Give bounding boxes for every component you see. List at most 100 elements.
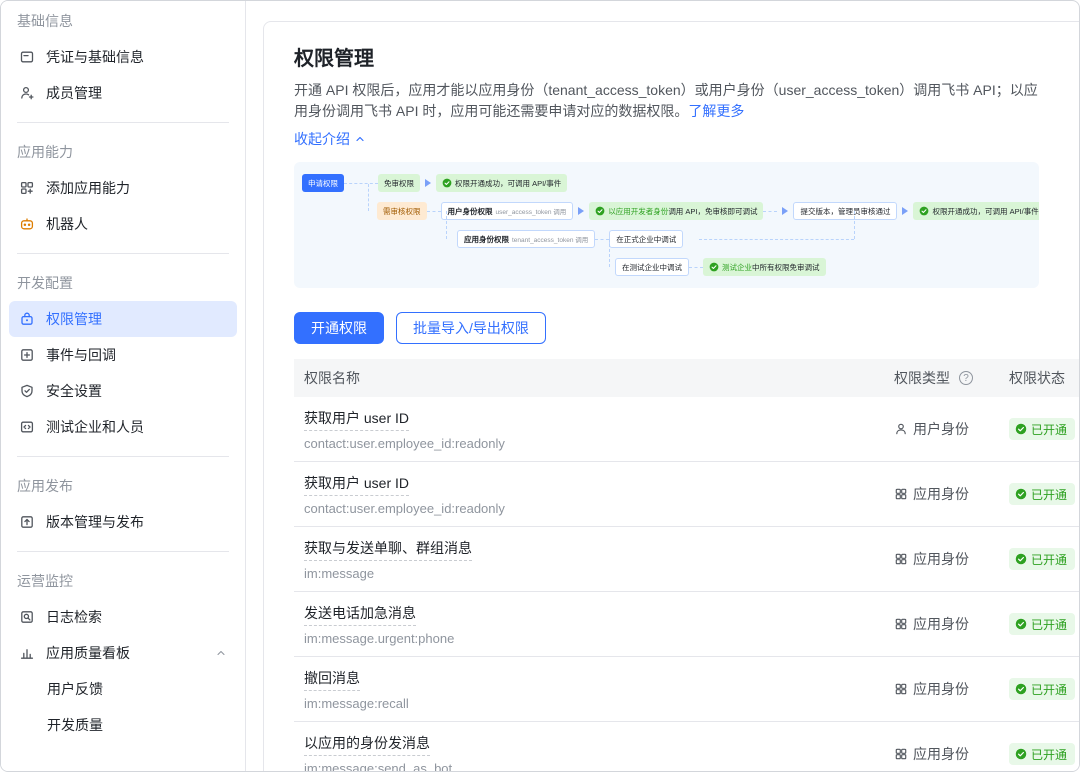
header-permission-status: 权限状态 <box>1009 368 1080 388</box>
table-row: 获取用户 user ID contact:user.employee_id:re… <box>294 397 1080 462</box>
table-header: 权限名称 权限类型 ? 权限状态 <box>294 359 1080 397</box>
flow-user-perm-token: user_access_token 调用 <box>496 206 567 216</box>
flow-connector <box>446 211 447 239</box>
user-identity-icon <box>894 422 908 436</box>
member-add-icon <box>19 85 35 101</box>
permission-name[interactable]: 获取用户 user ID <box>304 473 409 496</box>
permission-code: contact:user.employee_id:readonly <box>304 501 894 516</box>
help-question-icon[interactable]: ? <box>959 371 973 385</box>
flow-connector <box>368 184 369 211</box>
permission-type: 应用身份 <box>913 679 969 699</box>
sidebar-item-label: 权限管理 <box>46 309 102 329</box>
check-circle-icon <box>442 178 452 188</box>
status-badge: 已开通 <box>1009 743 1075 765</box>
sidebar-section-monitoring: 运营监控 <box>9 563 237 599</box>
flow-connector <box>609 239 610 267</box>
permission-type: 应用身份 <box>913 484 969 504</box>
status-badge: 已开通 <box>1009 548 1075 570</box>
learn-more-link[interactable]: 了解更多 <box>688 103 744 119</box>
permission-lock-icon <box>19 311 35 327</box>
table-row: 获取与发送单聊、群组消息 im:message 应用身份 已开通 <box>294 527 1080 592</box>
flow-arrow-icon <box>578 207 584 215</box>
permission-name[interactable]: 获取用户 user ID <box>304 408 409 431</box>
sidebar-divider <box>17 551 229 552</box>
flow-connector <box>427 211 441 212</box>
sidebar-item-log-search[interactable]: 日志检索 <box>9 599 237 635</box>
permission-name[interactable]: 撤回消息 <box>304 668 360 691</box>
sidebar-item-quality-dashboard[interactable]: 应用质量看板 <box>9 635 237 671</box>
sidebar-section-basic-info: 基础信息 <box>9 3 237 39</box>
check-circle-icon <box>709 262 719 272</box>
permission-type: 应用身份 <box>913 614 969 634</box>
table-row: 撤回消息 im:message:recall 应用身份 已开通 <box>294 657 1080 722</box>
collapse-intro-link[interactable]: 收起介绍 <box>294 129 366 149</box>
status-label: 已开通 <box>1031 551 1067 568</box>
sidebar-item-members[interactable]: 成员管理 <box>9 75 237 111</box>
status-label: 已开通 <box>1031 616 1067 633</box>
flow-user-permission-node: 用户身份权限 user_access_token 调用 <box>441 202 574 220</box>
table-row: 以应用的身份发消息 im:message:send_as_bot 应用身份 已开… <box>294 722 1080 772</box>
chevron-up-icon[interactable] <box>215 647 227 659</box>
check-circle-icon <box>595 206 605 216</box>
permission-flow-diagram: 申请权限 免审权限 权限开通成功，可调用 API/事件 需审核权限 用户身份权限… <box>294 162 1039 288</box>
header-type-label: 权限类型 <box>894 368 950 388</box>
main-content: 权限管理 开通 API 权限后，应用才能以应用身份（tenant_access_… <box>263 21 1080 772</box>
sidebar-item-label: 测试企业和人员 <box>46 417 144 437</box>
permission-name[interactable]: 以应用的身份发消息 <box>304 733 430 756</box>
sidebar-section-release: 应用发布 <box>9 468 237 504</box>
sidebar-subitem-user-feedback[interactable]: 用户反馈 <box>9 671 237 707</box>
sidebar-item-label: 日志检索 <box>46 607 102 627</box>
status-label: 已开通 <box>1031 486 1067 503</box>
flow-success-node: 权限开通成功，可调用 API/事件 <box>436 174 567 192</box>
sidebar-item-permissions[interactable]: 权限管理 <box>9 301 237 337</box>
check-circle-icon <box>1015 423 1027 435</box>
flow-apply-node: 申请权限 <box>302 174 344 192</box>
flow-success-label: 权限开通成功，可调用 API/事件 <box>455 178 561 189</box>
flow-dev-identity-node: 以应用开发者身份 调用 API，免审核即可调试 <box>589 202 763 220</box>
log-search-icon <box>19 609 35 625</box>
sidebar-item-events[interactable]: 事件与回调 <box>9 337 237 373</box>
status-badge: 已开通 <box>1009 418 1075 440</box>
sidebar-item-test-org[interactable]: 测试企业和人员 <box>9 409 237 445</box>
description-text: 开通 API 权限后，应用才能以应用身份（tenant_access_token… <box>294 82 1038 119</box>
flow-connector <box>595 239 609 240</box>
sidebar-divider <box>17 253 229 254</box>
sidebar-subitem-dev-quality[interactable]: 开发质量 <box>9 707 237 743</box>
sidebar-item-version-release[interactable]: 版本管理与发布 <box>9 504 237 540</box>
permission-code: im:message:recall <box>304 696 894 711</box>
add-capability-icon <box>19 180 35 196</box>
sidebar-item-label: 添加应用能力 <box>46 178 130 198</box>
flow-app-perm-label: 应用身份权限 <box>464 234 509 245</box>
status-badge: 已开通 <box>1009 613 1075 635</box>
status-badge: 已开通 <box>1009 483 1075 505</box>
sidebar-item-label: 应用质量看板 <box>46 643 130 663</box>
sidebar-item-credentials[interactable]: 凭证与基础信息 <box>9 39 237 75</box>
open-permission-button[interactable]: 开通权限 <box>294 312 384 344</box>
permission-table: 权限名称 权限类型 ? 权限状态 获取用户 user ID contact:us… <box>294 359 1080 772</box>
permission-code: im:message:send_as_bot <box>304 761 894 772</box>
permission-code: im:message.urgent:phone <box>304 631 894 646</box>
status-label: 已开通 <box>1031 746 1067 763</box>
check-circle-icon <box>1015 618 1027 630</box>
flow-submit-node: 提交版本，管理员审核通过 <box>793 202 897 220</box>
sidebar-item-security[interactable]: 安全设置 <box>9 373 237 409</box>
flow-need-review-node: 需审核权限 <box>377 202 427 220</box>
sidebar-section-capabilities: 应用能力 <box>9 134 237 170</box>
flow-formal-debug-node: 在正式企业中调试 <box>609 230 683 248</box>
flow-arrow-icon <box>902 207 908 215</box>
sidebar-item-bot[interactable]: 机器人 <box>9 206 237 242</box>
check-circle-icon <box>919 206 929 216</box>
permission-name[interactable]: 获取与发送单聊、群组消息 <box>304 538 472 561</box>
status-badge: 已开通 <box>1009 678 1075 700</box>
table-row: 发送电话加急消息 im:message.urgent:phone 应用身份 已开… <box>294 592 1080 657</box>
permission-code: im:message <box>304 566 894 581</box>
sidebar-item-add-capability[interactable]: 添加应用能力 <box>9 170 237 206</box>
flow-test-debug-node: 在测试企业中调试 <box>615 258 689 276</box>
batch-import-export-button[interactable]: 批量导入/导出权限 <box>396 312 546 344</box>
flow-testorg-green-label: 测试企业 <box>722 262 752 273</box>
app-identity-icon <box>894 682 908 696</box>
flow-arrow-icon <box>425 179 431 187</box>
sidebar-item-label: 成员管理 <box>46 83 102 103</box>
sidebar-item-label: 凭证与基础信息 <box>46 47 144 67</box>
permission-name[interactable]: 发送电话加急消息 <box>304 603 416 626</box>
